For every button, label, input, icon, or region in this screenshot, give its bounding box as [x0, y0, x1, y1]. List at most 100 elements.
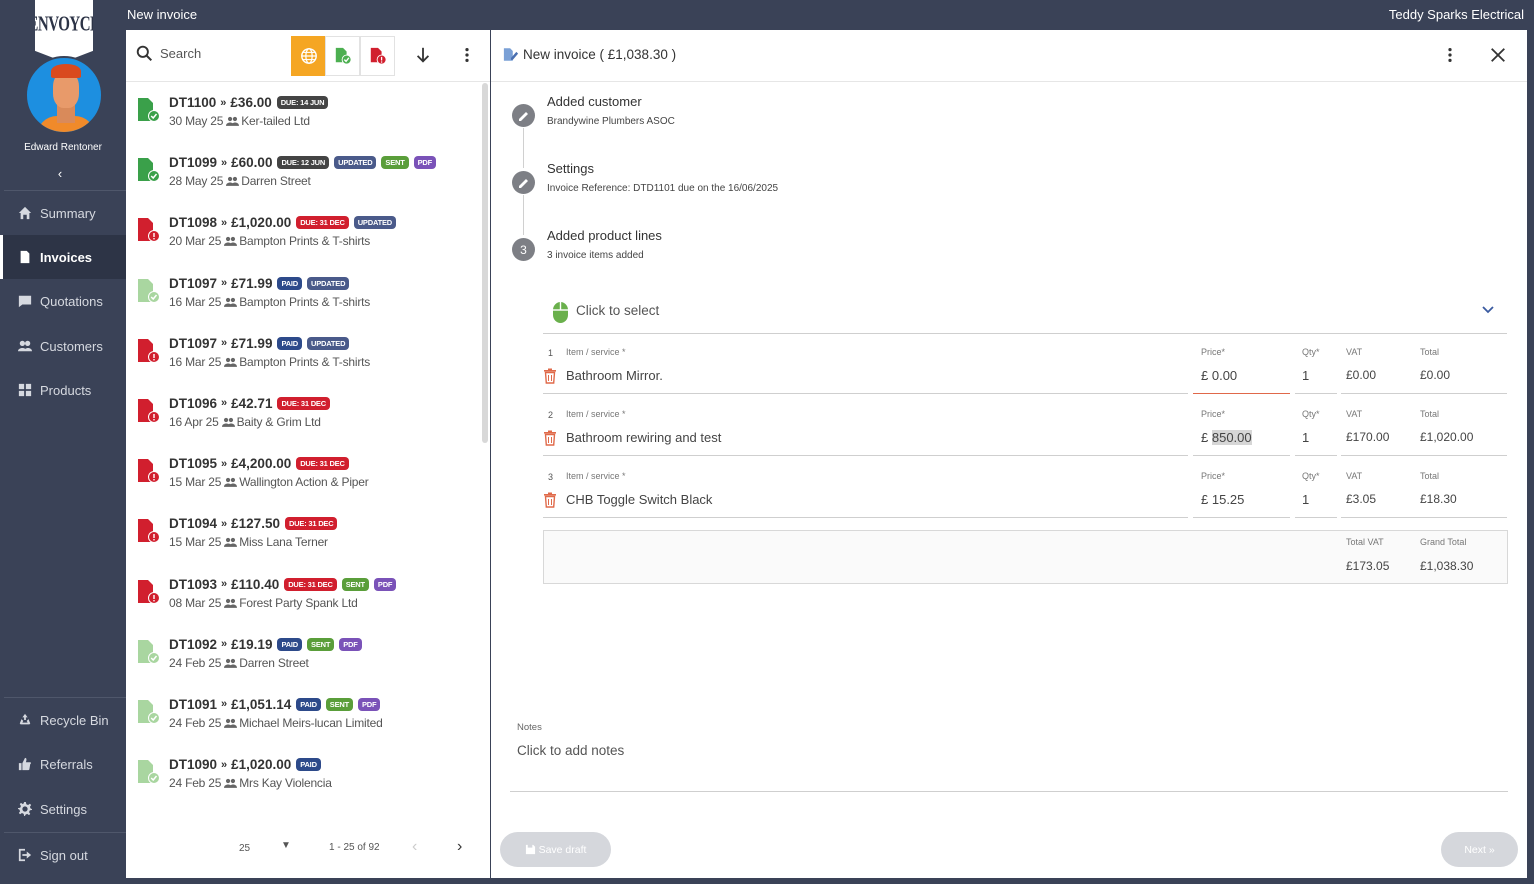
sort-button[interactable] [411, 42, 435, 68]
status-badge: PAID [296, 697, 321, 711]
overdue-document-icon [138, 519, 160, 544]
people-icon [224, 778, 238, 788]
sidebar-item-quotations[interactable]: Quotations [0, 279, 126, 323]
invoice-title: New invoice ( £1,038.30 ) [523, 47, 677, 62]
list-scrollbar[interactable] [482, 83, 488, 443]
invoice-date: 28 May 25 [169, 174, 224, 189]
invoice-list-item[interactable]: DT1096» £42.71 DUE: 31 DEC 16 Apr 25 Baity &… [126, 391, 480, 451]
people-icon [224, 598, 238, 608]
item-field[interactable]: Bathroom rewiring and test [566, 430, 721, 445]
delete-line-icon[interactable] [543, 430, 557, 446]
notes-field[interactable]: Click to add notes [517, 743, 624, 758]
invoice-customer: Darren Street [239, 655, 309, 670]
sidebar-item-sign-out[interactable]: Sign out [0, 833, 126, 877]
qty-field[interactable]: 1 [1302, 492, 1309, 507]
item-field[interactable]: Bathroom Mirror. [566, 368, 663, 383]
gear-icon [18, 802, 32, 816]
sidebar-item-recycle-bin[interactable]: Recycle Bin [0, 698, 126, 742]
invoice-list-item[interactable]: DT1091» £1,051.14 PAID SENT PDF 24 Feb 25 Mich… [126, 692, 480, 752]
price-field[interactable]: £ 0.00 [1201, 368, 1237, 383]
paid-document-icon [138, 699, 160, 724]
search-field[interactable]: Search [136, 45, 201, 62]
status-badge: PDF [413, 156, 437, 170]
status-badge: PAID [296, 758, 321, 772]
sidebar-item-settings[interactable]: Settings [0, 787, 126, 831]
invoice-list-item[interactable]: DT1100» £36.00 DUE: 14 JUN 30 May 25 Ker-tai… [126, 90, 480, 150]
chevron-down-icon [1482, 306, 1494, 314]
item-field[interactable]: CHB Toggle Switch Black [566, 492, 712, 507]
price-field[interactable]: £ 850.00 [1201, 430, 1252, 445]
per-page-dropdown-icon[interactable]: ▼ [281, 840, 291, 851]
search-placeholder: Search [160, 46, 202, 61]
invoice-list-item[interactable]: DT1095» £4,200.00 DUE: 31 DEC 15 Mar 25 Wall… [126, 451, 480, 511]
qty-field[interactable]: 1 [1302, 430, 1309, 445]
vat-value: £170.00 [1346, 430, 1390, 444]
edit-icon [512, 171, 535, 194]
people-icon [224, 718, 238, 728]
invoice-list-item[interactable]: DT1098» £1,020.00 DUE: 31 DEC UPDATED 20 Mar… [126, 210, 480, 270]
invoice-date: 15 Mar 25 [169, 475, 222, 490]
invoice-date: 24 Feb 25 [169, 655, 222, 670]
more-vertical-icon [465, 47, 469, 63]
people-icon [226, 177, 240, 187]
sidebar-item-referrals[interactable]: Referrals [0, 742, 126, 786]
next-page-button[interactable]: › [457, 838, 462, 856]
sidebar-item-customers[interactable]: Customers [0, 324, 126, 368]
line-total: £18.30 [1420, 492, 1457, 506]
invoice-list-item[interactable]: DT1097» £71.99 PAID UPDATED 16 Mar 25 Bampton… [126, 331, 480, 391]
invoice-customer: Mrs Kay Violencia [239, 776, 332, 791]
editor-menu-button[interactable] [1441, 46, 1459, 69]
overdue-document-icon [138, 338, 160, 363]
status-badge: PAID [277, 637, 303, 651]
overdue-document-icon [138, 398, 160, 423]
invoice-id: DT1097 [169, 335, 218, 351]
invoice-customer: Wallington Action & Piper [239, 475, 369, 490]
arrow-down-icon [416, 47, 430, 63]
invoice-date: 15 Mar 25 [169, 535, 222, 550]
invoice-id: DT1096 [169, 395, 218, 411]
next-button[interactable]: Next » [1441, 832, 1518, 867]
invoice-editor: New invoice ( £1,038.30 ) Added customer… [491, 30, 1527, 878]
sidebar-item-products[interactable]: Products [0, 368, 126, 412]
filter-overdue-button[interactable] [360, 36, 395, 76]
invoice-customer: Miss Lana Terner [239, 535, 328, 550]
price-field[interactable]: £ 15.25 [1201, 492, 1244, 507]
invoice-id: DT1099 [169, 155, 218, 171]
invoice-list-item[interactable]: DT1097» £71.99 PAID UPDATED 16 Mar 25 Bampton… [126, 271, 480, 331]
quote-icon [18, 294, 32, 308]
save-draft-button[interactable]: Save draft [500, 832, 611, 867]
invoice-customer: Ker-tailed Ltd [241, 114, 310, 128]
people-icon [221, 417, 235, 427]
status-badge: PAID [277, 336, 303, 350]
per-page-value[interactable]: 25 [239, 843, 250, 854]
filter-all-button[interactable] [291, 36, 326, 76]
close-button[interactable] [1489, 42, 1507, 70]
invoice-icon [18, 250, 32, 264]
filter-paid-button[interactable] [325, 36, 360, 76]
status-badge: PDF [373, 577, 397, 591]
product-select[interactable]: Click to select [543, 292, 1507, 334]
invoice-list-item[interactable]: DT1092» £19.19 PAID SENT PDF 24 Feb 25 Darren … [126, 632, 480, 692]
prev-page-button[interactable]: ‹ [412, 838, 417, 856]
sidebar-item-summary[interactable]: Summary [0, 191, 126, 235]
status-badge: UPDATED [334, 156, 377, 170]
list-toolbar: Search [126, 30, 490, 82]
sidebar-item-invoices[interactable]: Invoices [0, 235, 126, 279]
invoice-list-item[interactable]: DT1093» £110.40 DUE: 31 DEC SENT PDF 08 Mar 2… [126, 572, 480, 632]
collapse-sidebar-button[interactable]: ‹ [0, 166, 120, 181]
invoice-list-item[interactable]: DT1090» £1,020.00 PAID 24 Feb 25 Mrs Kay Vio… [126, 752, 480, 812]
delete-line-icon[interactable] [543, 368, 557, 384]
overdue-document-icon [370, 47, 387, 65]
invoice-id: DT1091 [169, 696, 218, 712]
save-icon [525, 844, 535, 855]
avatar[interactable] [25, 56, 103, 134]
invoice-list-item[interactable]: DT1094» £127.50 DUE: 31 DEC 15 Mar 25 Miss L… [126, 511, 480, 571]
app-logo[interactable]: ENVOYCE [35, 0, 93, 62]
delete-line-icon[interactable] [543, 492, 557, 508]
qty-field[interactable]: 1 [1302, 368, 1309, 383]
list-menu-button[interactable] [455, 42, 479, 68]
overdue-document-icon [138, 218, 160, 243]
status-badge: UPDATED [307, 336, 350, 350]
invoice-list-item[interactable]: DT1099» £60.00 DUE: 12 JUN UPDATED SENT PDF 28… [126, 150, 480, 210]
editor-header: New invoice ( £1,038.30 ) [491, 30, 1527, 82]
